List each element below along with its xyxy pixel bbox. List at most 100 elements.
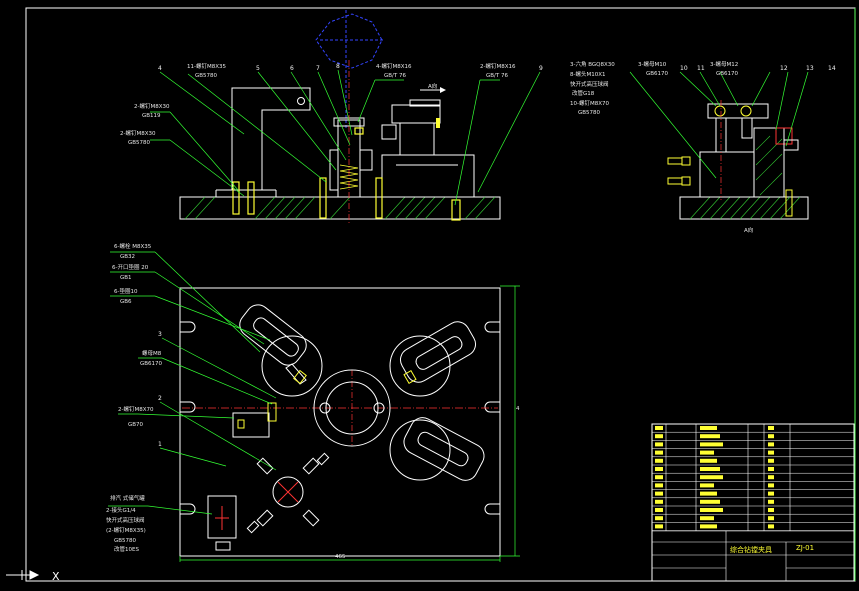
plan-label: GB6 <box>120 299 132 305</box>
plan-label: 6-开口垫圈 20 <box>112 263 149 271</box>
front-label: GB/T 76 <box>486 73 508 79</box>
front-item-number: 9 <box>539 65 543 72</box>
bom-mark <box>655 458 663 463</box>
bom-mark <box>700 483 714 488</box>
bom-mark <box>655 491 663 496</box>
side-body <box>699 151 755 198</box>
bom-mark <box>700 516 714 521</box>
plan-label: 6-垫圈10 <box>114 287 138 295</box>
bom-mark <box>655 442 663 447</box>
bracket-hole <box>297 97 305 105</box>
bom-mark <box>655 499 663 504</box>
side-label: 3-螺母M12 <box>710 60 738 68</box>
title-block: 综合钻镗夹具 ZJ-01 <box>651 423 855 582</box>
plan-label: GB70 <box>128 422 144 428</box>
clamp-upper-left <box>239 304 323 397</box>
plan-label: GB1 <box>120 275 132 281</box>
plan-label: (2-螺钉M8X35) <box>106 526 146 534</box>
plan-item-number: 3 <box>158 331 162 338</box>
side-item-number: 11 <box>697 65 705 72</box>
dimension-lines <box>179 285 520 562</box>
front-item-number: 4 <box>158 65 162 72</box>
bom-mark <box>655 434 663 439</box>
bom-mark <box>768 458 774 463</box>
plan-item-number: 2 <box>158 395 162 402</box>
bom-mark <box>655 475 663 480</box>
bom-mark <box>655 426 663 430</box>
hidden-lines <box>315 10 385 130</box>
front-label: 2-螺钉M8X30 <box>134 102 170 110</box>
base-hatching <box>184 196 496 220</box>
plan-view: 465 4 6-螺栓 M8X35 GB32 6-开口垫圈 20 GB1 6-垫圈… <box>106 242 520 562</box>
side-item-number: 14 <box>828 65 836 72</box>
ucs-crosshair-icon <box>6 570 40 580</box>
side-label: 快开式高压球阀 <box>570 80 609 88</box>
plan-label: GB32 <box>120 254 135 260</box>
cad-drawing-canvas[interactable]: A向 2-螺钉M8X30 GB1 1 9 2-螺钉M8X30 GB5780 11-螺… <box>0 0 859 591</box>
side-label: 3-螺母M10 <box>638 60 667 68</box>
bom-mark <box>655 467 663 471</box>
bom-mark <box>768 450 774 455</box>
bom-mark <box>655 524 663 529</box>
front-label: 2-螺钉M8X16 <box>480 62 516 70</box>
front-label: 2-螺钉M8X30 <box>120 129 156 137</box>
front-item-number: 6 <box>290 65 294 72</box>
bom-mark <box>655 508 663 512</box>
plan-label: 2-接头G1/4 <box>106 506 136 514</box>
bom-mark <box>700 434 720 439</box>
front-label: GB5780 <box>128 140 151 146</box>
front-label: 11-螺钉M8X35 <box>187 62 226 70</box>
side-label: GB5780 <box>578 110 601 116</box>
bom-mark <box>700 450 714 455</box>
bom-mark <box>700 524 717 529</box>
bom-mark <box>655 516 663 521</box>
title-drawing-no: ZJ-01 <box>796 544 814 552</box>
plan-label: 快开式高压球阀 <box>106 516 145 524</box>
cursor-axis-label: X <box>52 570 60 583</box>
plan-label: GB6170 <box>140 361 163 367</box>
front-item-number: 5 <box>256 65 260 72</box>
side-view-label: A向 <box>744 226 753 234</box>
plan-label: 6-螺栓 M8X35 <box>114 242 152 250</box>
bom-mark <box>768 475 774 480</box>
bom-mark <box>700 426 717 430</box>
title-part-name: 综合钻镗夹具 <box>730 545 772 554</box>
side-item-number: 10 <box>680 65 688 72</box>
front-label: GB5780 <box>195 73 218 79</box>
plan-label: 排汽 式储气罐 <box>110 494 145 502</box>
side-label: 3-六角 BGQ8X30 <box>570 60 615 68</box>
side-label: GB6170 <box>716 71 739 77</box>
bom-mark <box>768 434 774 439</box>
front-item-number: 7 <box>316 65 320 72</box>
side-item-number: 12 <box>780 65 788 72</box>
bom-mark <box>768 516 774 521</box>
bom-mark <box>768 499 774 504</box>
bom-mark <box>768 483 774 488</box>
front-bolts <box>232 127 461 221</box>
side-label: 8-螺头M10X1 <box>570 70 606 78</box>
bom-mark <box>655 483 663 488</box>
bom-mark <box>700 499 720 504</box>
plan-item-number: 1 <box>158 441 162 448</box>
front-leaders <box>150 69 541 206</box>
plan-base-plate <box>179 287 501 557</box>
side-label: 改管G18 <box>572 89 595 97</box>
bom-mark <box>768 426 774 430</box>
front-right-clamp <box>381 154 475 198</box>
bom-mark <box>700 491 717 496</box>
plan-label: 改管10ES <box>114 545 139 553</box>
bom-mark <box>768 467 774 471</box>
side-label: 10-螺钉M8X70 <box>570 99 609 107</box>
bom-mark <box>700 475 723 480</box>
clamp-upper-right <box>389 321 477 397</box>
bom-mark <box>768 442 774 447</box>
bom-mark <box>700 508 723 512</box>
side-label: GB6170 <box>646 71 669 77</box>
clamp-lower-right <box>389 417 485 481</box>
bom-mark <box>768 524 774 529</box>
bom-mark <box>700 442 723 447</box>
dim-height: 4 <box>516 406 520 412</box>
front-label: 4-螺钉M8X16 <box>376 62 412 70</box>
front-item-number: 8 <box>336 63 340 70</box>
plan-label: 2-螺钉M8X70 <box>118 405 154 413</box>
